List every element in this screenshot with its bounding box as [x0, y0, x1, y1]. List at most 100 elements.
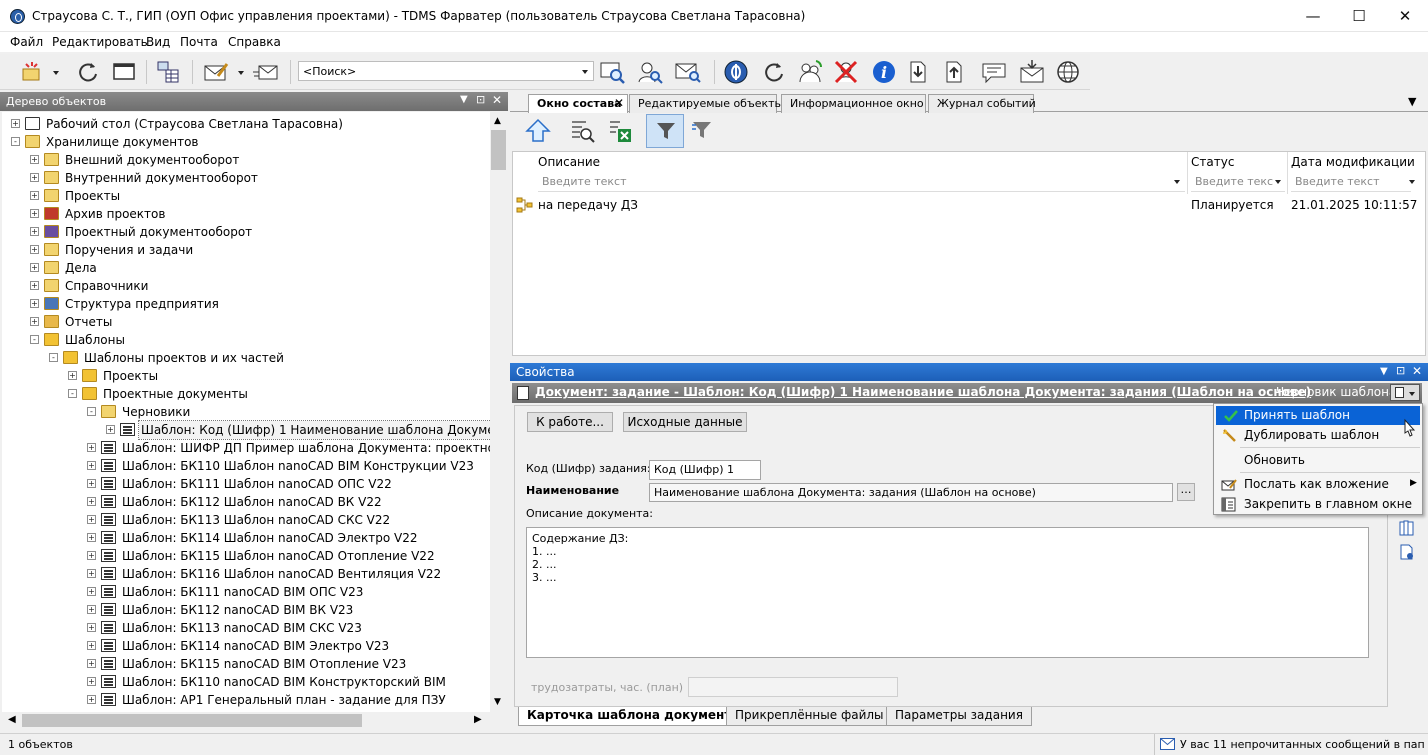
- menu-mail[interactable]: Почта: [180, 35, 218, 49]
- tree-node[interactable]: + Проектный документооборот: [2, 223, 490, 241]
- expand-icon[interactable]: +: [30, 245, 39, 254]
- collapse-icon[interactable]: -: [11, 137, 20, 146]
- tree-node[interactable]: + Внутренний документооборот: [2, 169, 490, 187]
- tree-node[interactable]: - Шаблоны проектов и их частей: [2, 349, 490, 367]
- tree-node[interactable]: - Черновики: [2, 403, 490, 421]
- download-document-icon[interactable]: [904, 58, 932, 86]
- tree-node[interactable]: + Проекты: [2, 187, 490, 205]
- name-browse-button[interactable]: …: [1177, 483, 1195, 501]
- tree-node[interactable]: + Шаблон: БК110 Шаблон nanoCAD BIM Констр…: [2, 457, 490, 475]
- source-data-button[interactable]: Исходные данные: [623, 412, 747, 432]
- tree-node[interactable]: + Дела: [2, 259, 490, 277]
- scroll-up-icon[interactable]: ▲: [494, 116, 501, 126]
- tree-node[interactable]: + Проекты: [2, 367, 490, 385]
- menu-item-refresh[interactable]: Обновить: [1216, 451, 1420, 470]
- tree-node[interactable]: + Справочники: [2, 277, 490, 295]
- description-textarea[interactable]: Содержание ДЗ: 1. ... 2. ... 3. ...: [526, 527, 1369, 658]
- name-field[interactable]: Наименование шаблона Документа: задания …: [649, 483, 1173, 502]
- collapse-icon[interactable]: -: [87, 407, 96, 416]
- tree-node[interactable]: + Шаблон: Код (Шифр) 1 Наименование шабло…: [2, 420, 490, 440]
- scroll-thumb[interactable]: [22, 714, 362, 727]
- tree-horizontal-scrollbar[interactable]: ◀ ▶: [2, 712, 507, 729]
- status-unread-messages[interactable]: У вас 11 непрочитанных сообщений в пап: [1180, 738, 1428, 751]
- tree-node[interactable]: + Шаблон: БК110 nanoCAD BIM Конструкторск…: [2, 673, 490, 691]
- search-mail-icon[interactable]: [674, 58, 702, 86]
- expand-icon[interactable]: +: [87, 497, 96, 506]
- tree-node[interactable]: + Шаблон: БК114 Шаблон nanoCAD Электро V2…: [2, 529, 490, 547]
- expand-icon[interactable]: +: [87, 479, 96, 488]
- expand-icon[interactable]: +: [87, 641, 96, 650]
- close-panel-icon[interactable]: ✕: [1412, 364, 1422, 378]
- column-status[interactable]: Статус: [1191, 155, 1234, 169]
- maximize-button[interactable]: ☐: [1336, 0, 1382, 32]
- expand-icon[interactable]: +: [11, 119, 20, 128]
- expand-icon[interactable]: +: [87, 551, 96, 560]
- expand-icon[interactable]: +: [30, 209, 39, 218]
- tree-node[interactable]: + Шаблон: БК111 Шаблон nanoCAD ОПС V22: [2, 475, 490, 493]
- pin-icon[interactable]: ⊡: [476, 93, 485, 106]
- tabs-menu-icon[interactable]: ▼: [1408, 95, 1416, 108]
- globe-icon[interactable]: [1054, 58, 1082, 86]
- scroll-right-icon[interactable]: ▶: [474, 714, 482, 725]
- chevron-down-icon[interactable]: [53, 71, 59, 75]
- mailbox-icon[interactable]: [1018, 58, 1046, 86]
- tree-node[interactable]: + Рабочий стол (Страусова Светлана Тарасо…: [2, 115, 490, 133]
- expand-icon[interactable]: +: [87, 587, 96, 596]
- tree-node[interactable]: + Шаблон: БК116 Шаблон nanoCAD Вентиляция…: [2, 565, 490, 583]
- tree-node[interactable]: + Шаблон: БК114 nanoCAD BIM Электро V23: [2, 637, 490, 655]
- scroll-left-icon[interactable]: ◀: [8, 714, 16, 725]
- tree-table-icon[interactable]: [154, 58, 182, 86]
- filter-settings-icon[interactable]: [690, 118, 716, 144]
- menu-view[interactable]: Вид: [146, 35, 170, 49]
- menu-item-send-attachment[interactable]: Послать как вложение ▶: [1216, 475, 1420, 494]
- code-field[interactable]: Код (Шифр) 1: [649, 460, 761, 480]
- expand-icon[interactable]: +: [68, 371, 77, 380]
- expand-icon[interactable]: +: [30, 155, 39, 164]
- row-description[interactable]: на передачу ДЗ: [538, 198, 638, 212]
- scroll-thumb[interactable]: [491, 130, 506, 170]
- reload-icon[interactable]: [760, 58, 788, 86]
- tree-vertical-scrollbar[interactable]: ▲ ▼: [490, 112, 507, 712]
- tree-node[interactable]: + Поручения и задачи: [2, 241, 490, 259]
- delete-users-icon[interactable]: [832, 58, 860, 86]
- expand-icon[interactable]: +: [30, 299, 39, 308]
- chevron-down-icon[interactable]: [1409, 180, 1415, 184]
- tree-node[interactable]: + Архив проектов: [2, 205, 490, 223]
- chevron-down-icon[interactable]: [238, 71, 244, 75]
- collapse-icon[interactable]: -: [49, 353, 58, 362]
- search-dropdown-icon[interactable]: [582, 70, 588, 74]
- tree-node[interactable]: + Шаблон: БК111 nanoCAD BIM ОПС V23: [2, 583, 490, 601]
- menu-item-duplicate-template[interactable]: Дублировать шаблон: [1216, 426, 1420, 445]
- expand-icon[interactable]: +: [106, 425, 115, 434]
- search-user-icon[interactable]: [636, 58, 664, 86]
- expand-icon[interactable]: +: [87, 533, 96, 542]
- close-window-button[interactable]: ✕: [1382, 0, 1428, 32]
- tab-event-log[interactable]: Журнал событий: [928, 94, 1036, 113]
- scroll-down-icon[interactable]: ▼: [494, 697, 501, 707]
- tree-node[interactable]: + Шаблон: АР1 Генеральный план - задание …: [2, 691, 490, 709]
- tree-node[interactable]: + Шаблон: ШИФР ДП Пример шаблона Документ…: [2, 439, 490, 457]
- expand-icon[interactable]: +: [87, 659, 96, 668]
- tree-node[interactable]: + Внешний документооборот: [2, 151, 490, 169]
- expand-icon[interactable]: +: [87, 569, 96, 578]
- upload-document-icon[interactable]: [940, 58, 968, 86]
- tab-template-card[interactable]: Карточка шаблона документа: [518, 707, 749, 726]
- expand-icon[interactable]: +: [87, 623, 96, 632]
- menu-file[interactable]: Файл: [10, 35, 43, 49]
- tab-composition[interactable]: Окно состава: [528, 94, 628, 114]
- column-description[interactable]: Описание: [538, 155, 600, 169]
- chevron-down-icon[interactable]: [1275, 180, 1281, 184]
- to-work-button[interactable]: К работе...: [527, 412, 613, 432]
- tree-node[interactable]: + Шаблон: БК115 nanoCAD BIM Отопление V23: [2, 655, 490, 673]
- menu-help[interactable]: Справка: [228, 35, 281, 49]
- document-menu-button[interactable]: [1390, 384, 1420, 401]
- window-icon[interactable]: [110, 58, 138, 86]
- collapse-icon[interactable]: -: [68, 389, 77, 398]
- menu-item-accept-template[interactable]: Принять шаблон: [1216, 406, 1420, 425]
- panel-menu-icon[interactable]: ▼: [1380, 366, 1388, 377]
- expand-icon[interactable]: +: [87, 695, 96, 704]
- tree-node[interactable]: + Шаблон: БК115 Шаблон nanoCAD Отопление …: [2, 547, 490, 565]
- info-icon[interactable]: i: [870, 58, 898, 86]
- minimize-button[interactable]: —: [1290, 0, 1336, 32]
- close-panel-icon[interactable]: ✕: [492, 93, 502, 107]
